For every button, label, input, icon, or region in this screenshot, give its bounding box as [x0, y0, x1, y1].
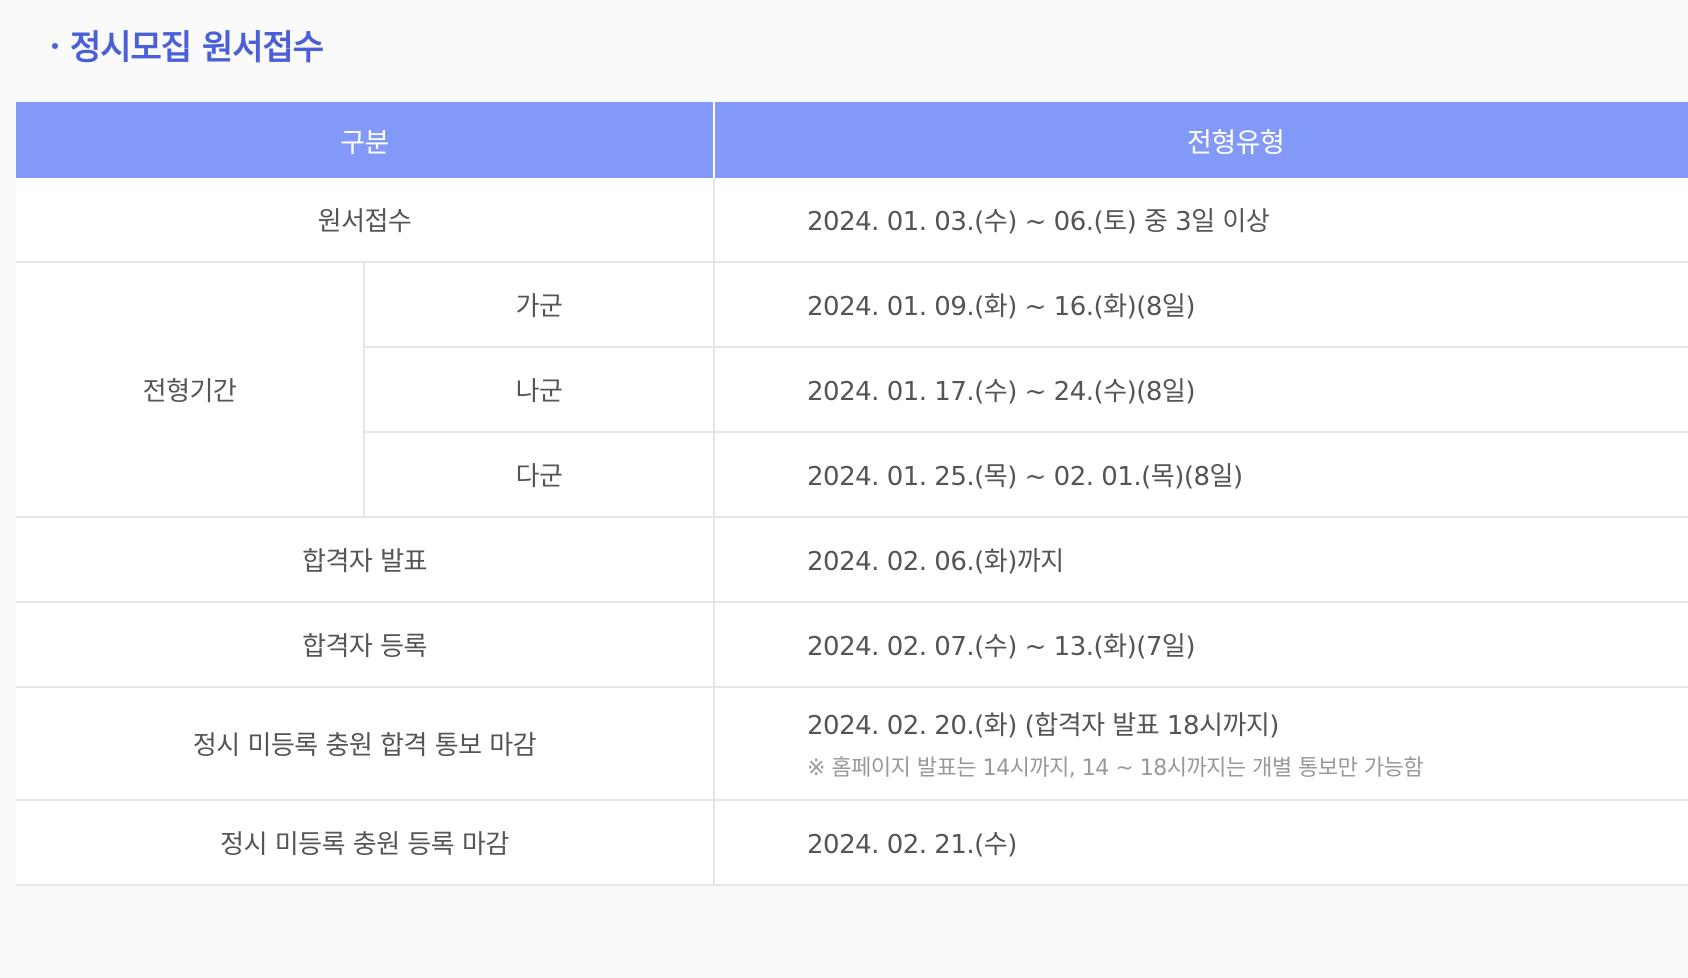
- header-category: 구분: [16, 102, 715, 178]
- table-row: 원서접수 2024. 01. 03.(수) ~ 06.(토) 중 3일 이상: [16, 178, 1688, 263]
- row-sublabel: 나군: [364, 347, 715, 433]
- row-label: 원서접수: [16, 178, 715, 263]
- header-type: 전형유형: [714, 102, 1688, 178]
- row-label: 합격자 등록: [16, 602, 715, 688]
- row-label: 합격자 발표: [16, 517, 715, 603]
- row-group-label: 전형기간: [16, 262, 365, 518]
- row-label: 정시 미등록 충원 등록 마감: [16, 800, 715, 886]
- table-row: 합격자 등록 2024. 02. 07.(수) ~ 13.(화)(7일): [16, 602, 1688, 688]
- table-header-row: 구분 전형유형: [16, 102, 1688, 178]
- row-value: 2024. 02. 20.(화) (합격자 발표 18시까지): [807, 711, 1279, 741]
- table-row: 정시 미등록 충원 합격 통보 마감 2024. 02. 20.(화) (합격자…: [16, 687, 1688, 801]
- row-label: 정시 미등록 충원 합격 통보 마감: [16, 687, 715, 801]
- section-title-text: 정시모집 원서접수: [70, 27, 324, 68]
- table-row: 전형기간 가군 2024. 01. 09.(화) ~ 16.(화)(8일): [16, 262, 1688, 518]
- row-value: 2024. 01. 17.(수) ~ 24.(수)(8일): [714, 347, 1688, 433]
- table-row: 정시 미등록 충원 등록 마감 2024. 02. 21.(수): [16, 800, 1688, 886]
- row-value: 2024. 01. 09.(화) ~ 16.(화)(8일): [714, 262, 1688, 348]
- row-value-cell: 2024. 02. 20.(화) (합격자 발표 18시까지) ※ 홈페이지 발…: [714, 687, 1688, 801]
- admission-schedule-table: 구분 전형유형 원서접수 2024. 01. 03.(수) ~ 06.(토) 중…: [16, 102, 1688, 886]
- section-title: 정시모집 원서접수: [52, 22, 324, 68]
- row-value: 2024. 01. 25.(목) ~ 02. 01.(목)(8일): [714, 432, 1688, 518]
- row-value: 2024. 02. 07.(수) ~ 13.(화)(7일): [714, 602, 1688, 688]
- row-sublabel: 가군: [364, 262, 715, 348]
- row-sublabel: 다군: [364, 432, 715, 518]
- row-note: ※ 홈페이지 발표는 14시까지, 14 ~ 18시까지는 개별 통보만 가능함: [807, 756, 1424, 781]
- row-value: 2024. 02. 06.(화)까지: [714, 517, 1688, 603]
- bullet-dot-icon: [52, 43, 58, 49]
- row-value: 2024. 01. 03.(수) ~ 06.(토) 중 3일 이상: [714, 178, 1688, 263]
- table-row: 합격자 발표 2024. 02. 06.(화)까지: [16, 517, 1688, 603]
- row-value: 2024. 02. 21.(수): [714, 800, 1688, 886]
